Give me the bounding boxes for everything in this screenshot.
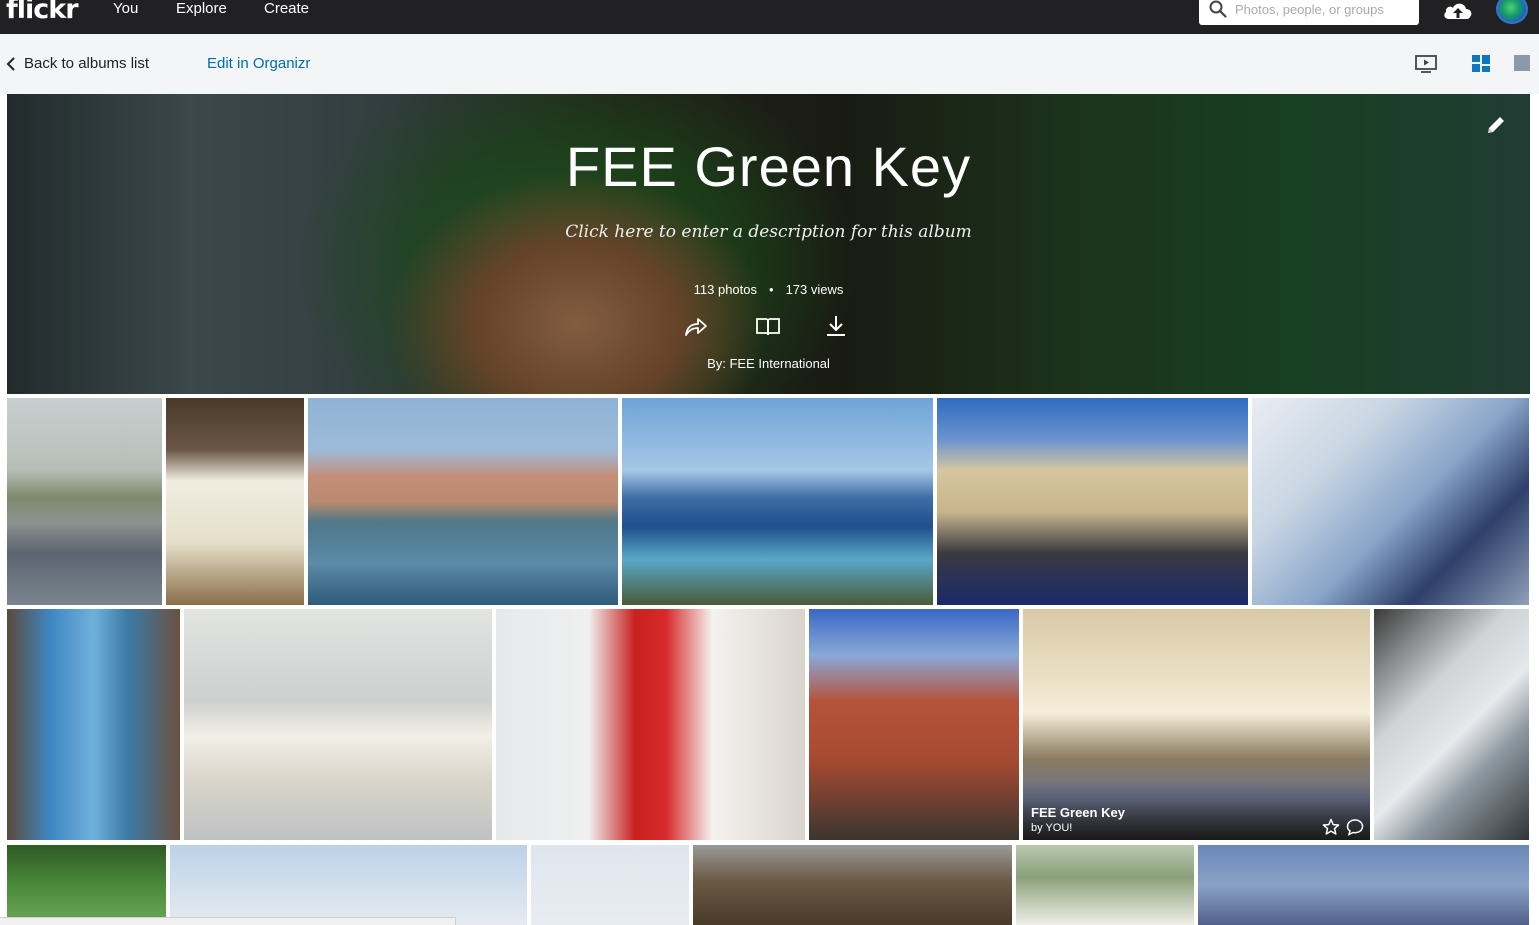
edit-in-organizr-link[interactable]: Edit in Organizr: [207, 55, 310, 72]
grid-view-icon[interactable]: [1472, 55, 1490, 72]
photo-tile[interactable]: [1016, 845, 1194, 925]
top-nav: flickr You Explore Create: [0, 0, 1539, 34]
photo-tile[interactable]: [622, 398, 933, 605]
album-stats: 113 photos • 173 views: [7, 282, 1530, 297]
album-subnav: Back to albums list Edit in Organizr: [0, 34, 1539, 94]
photo-tile[interactable]: [496, 609, 805, 840]
book-icon[interactable]: [755, 314, 781, 338]
nav-explore[interactable]: Explore: [176, 0, 227, 18]
photo-tile[interactable]: [166, 398, 304, 605]
photo-tile[interactable]: [308, 398, 618, 605]
download-icon[interactable]: [823, 314, 849, 338]
nav-create[interactable]: Create: [264, 0, 309, 18]
photo-tile[interactable]: [170, 845, 527, 925]
browser-status-bar: [0, 917, 456, 925]
photo-tile[interactable]: [7, 609, 180, 840]
photo-tile[interactable]: [7, 398, 162, 605]
slideshow-icon[interactable]: [1415, 55, 1437, 73]
photo-tile[interactable]: [1252, 398, 1529, 605]
photo-tile[interactable]: [1374, 609, 1529, 840]
photo-tile[interactable]: [937, 398, 1248, 605]
pencil-icon[interactable]: [1485, 114, 1507, 136]
search-input[interactable]: [1235, 0, 1413, 18]
back-to-albums-label: Back to albums list: [24, 55, 150, 72]
chevron-left-icon: [6, 56, 15, 71]
photo-tile[interactable]: [7, 845, 166, 925]
photos-count: 113 photos: [693, 282, 757, 297]
photo-tile-hovered[interactable]: FEE Green Key by YOU!: [1023, 609, 1370, 840]
nav-you[interactable]: You: [113, 0, 138, 18]
album-actions: [683, 314, 847, 340]
cloud-upload-icon[interactable]: [1442, 0, 1474, 20]
photo-tile[interactable]: [531, 845, 689, 925]
photo-tile[interactable]: [809, 609, 1019, 840]
stats-separator: •: [769, 282, 774, 297]
share-icon[interactable]: [683, 314, 709, 338]
flickr-logo[interactable]: flickr: [6, 0, 79, 25]
comment-icon[interactable]: [1346, 818, 1364, 836]
album-owner[interactable]: By: FEE International: [7, 356, 1530, 371]
photo-tile[interactable]: [184, 609, 492, 840]
search-icon[interactable]: [1209, 0, 1227, 18]
photo-meta: FEE Green Key by YOU!: [1031, 805, 1125, 834]
user-avatar[interactable]: [1496, 0, 1528, 24]
photo-byline[interactable]: by YOU!: [1031, 822, 1125, 834]
photo-tile[interactable]: [693, 845, 1012, 925]
star-icon[interactable]: [1322, 818, 1340, 836]
back-to-albums-link[interactable]: Back to albums list: [6, 55, 149, 72]
album-description-prompt[interactable]: Click here to enter a description for th…: [7, 222, 1530, 242]
single-view-icon[interactable]: [1514, 55, 1530, 71]
photo-tile[interactable]: [1198, 845, 1529, 925]
photo-title[interactable]: FEE Green Key: [1031, 805, 1125, 820]
search-box[interactable]: [1199, 0, 1419, 25]
album-hero: FEE Green Key Click here to enter a desc…: [7, 94, 1530, 394]
album-title[interactable]: FEE Green Key: [7, 134, 1530, 199]
views-count: 173 views: [785, 282, 844, 297]
